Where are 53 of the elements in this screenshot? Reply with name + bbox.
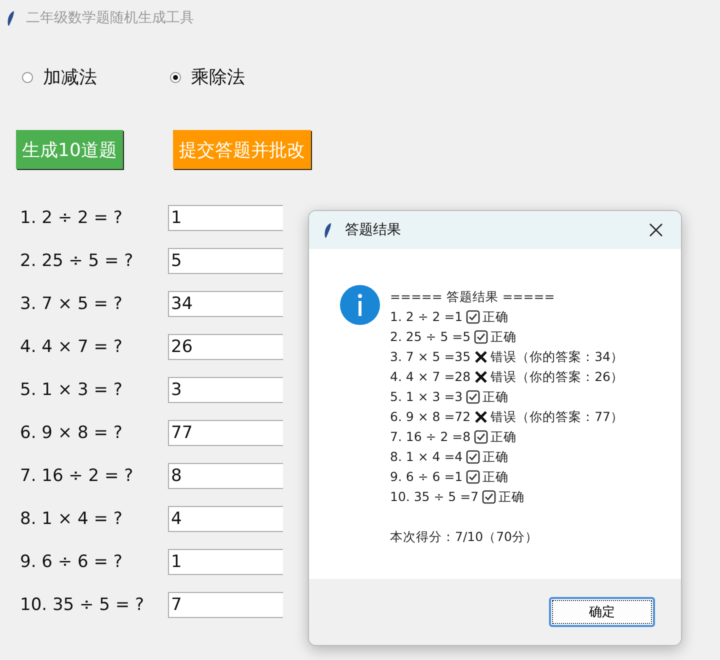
ok-button[interactable]: 确定 bbox=[549, 597, 655, 627]
result-equation: 10. 35 ÷ 5 =7 bbox=[390, 488, 479, 506]
feather-icon bbox=[323, 222, 333, 238]
result-verdict: 错误（你的答案：26） bbox=[490, 368, 624, 386]
question-text: 7. 16 ÷ 2 = ? bbox=[20, 466, 134, 486]
question-text: 1. 2 ÷ 2 = ? bbox=[20, 208, 124, 228]
question-text: 5. 1 × 3 = ? bbox=[20, 380, 124, 400]
question-text: 6. 9 × 8 = ? bbox=[20, 422, 124, 442]
answer-field[interactable]: 1 bbox=[168, 548, 283, 574]
result-heading: ===== 答题结果 ===== bbox=[390, 288, 556, 306]
result-verdict: 正确 bbox=[490, 428, 517, 446]
window-title: 二年级数学题随机生成工具 bbox=[26, 9, 194, 27]
question-text: 2. 25 ÷ 5 = ? bbox=[20, 250, 134, 270]
answer-field[interactable]: 4 bbox=[168, 506, 283, 532]
feather-icon bbox=[6, 10, 16, 26]
result-equation: 1. 2 ÷ 2 =1 bbox=[390, 308, 463, 326]
mode-label[interactable]: 加减法 bbox=[43, 65, 97, 89]
dialog-title: 答题结果 bbox=[345, 221, 402, 239]
radio-button[interactable] bbox=[22, 72, 33, 82]
score-text: 本次得分：7/10（70分） bbox=[390, 528, 539, 546]
result-equation: 6. 9 × 8 =72 bbox=[390, 408, 471, 426]
result-verdict: 正确 bbox=[490, 328, 517, 346]
question-text: 10. 35 ÷ 5 = ? bbox=[20, 594, 146, 614]
answer-field[interactable]: 26 bbox=[168, 334, 283, 360]
answer-field[interactable]: 3 bbox=[168, 376, 283, 402]
question-text: 4. 4 × 7 = ? bbox=[20, 336, 124, 356]
result-equation: 3. 7 × 5 =35 bbox=[390, 348, 471, 366]
result-verdict: 正确 bbox=[482, 388, 509, 406]
answer-field[interactable]: 8 bbox=[168, 462, 283, 488]
answer-field[interactable]: 77 bbox=[168, 420, 283, 446]
question-text: 9. 6 ÷ 6 = ? bbox=[20, 552, 124, 572]
result-verdict: 错误（你的答案：34） bbox=[490, 348, 624, 366]
result-equation: 4. 4 × 7 =28 bbox=[390, 368, 471, 386]
close-icon[interactable] bbox=[649, 223, 663, 237]
radio-button[interactable] bbox=[170, 72, 181, 82]
question-text: 3. 7 × 5 = ? bbox=[20, 294, 124, 314]
result-equation: 2. 25 ÷ 5 =5 bbox=[390, 328, 471, 346]
answer-field[interactable]: 34 bbox=[168, 290, 283, 316]
result-equation: 9. 6 ÷ 6 =1 bbox=[390, 468, 463, 486]
result-equation: 5. 1 × 3 =3 bbox=[390, 388, 463, 406]
answer-field[interactable]: 5 bbox=[168, 248, 283, 274]
result-verdict: 错误（你的答案：77） bbox=[490, 408, 624, 426]
result-verdict: 正确 bbox=[482, 308, 509, 326]
question-text: 8. 1 × 4 = ? bbox=[20, 508, 124, 528]
result-verdict: 正确 bbox=[482, 468, 509, 486]
result-verdict: 正确 bbox=[482, 448, 509, 466]
mode-label[interactable]: 乘除法 bbox=[191, 65, 245, 89]
info-icon bbox=[340, 285, 380, 325]
result-equation: 8. 1 × 4 =4 bbox=[390, 448, 463, 466]
result-verdict: 正确 bbox=[498, 488, 525, 506]
result-equation: 7. 16 ÷ 2 =8 bbox=[390, 428, 471, 446]
answer-field[interactable]: 1 bbox=[168, 204, 283, 230]
answer-field[interactable]: 7 bbox=[168, 592, 283, 618]
